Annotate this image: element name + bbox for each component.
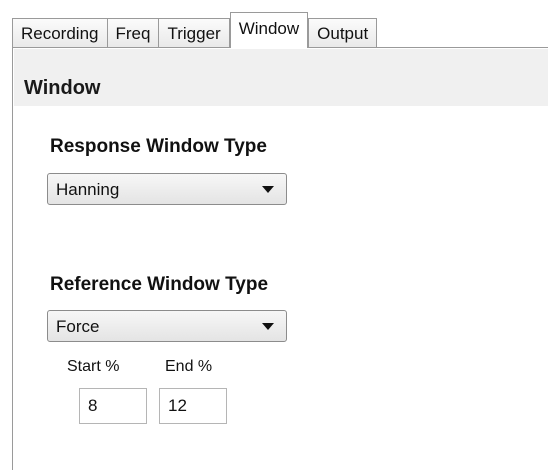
tab-trigger[interactable]: Trigger — [158, 18, 230, 48]
response-window-type-label: Response Window Type — [50, 136, 267, 157]
chevron-down-icon — [262, 186, 274, 193]
start-percent-label: Start % — [67, 358, 120, 375]
chevron-down-icon — [262, 323, 274, 330]
panel-title: Window — [24, 77, 101, 99]
tab-window[interactable]: Window — [229, 12, 309, 48]
response-window-type-value: Hanning — [56, 180, 120, 199]
reference-window-type-label: Reference Window Type — [50, 274, 269, 295]
window-settings-page: Recording Freq Trigger Window Output Win… — [0, 0, 548, 470]
tab-output[interactable]: Output — [308, 18, 378, 48]
tab-content-panel: Window Response Window Type Hanning Refe… — [12, 47, 548, 470]
end-percent-input[interactable] — [159, 388, 227, 424]
tab-strip: Recording Freq Trigger Window Output — [12, 12, 378, 48]
end-percent-label: End % — [165, 358, 213, 375]
tab-freq[interactable]: Freq — [106, 18, 160, 48]
reference-window-type-select[interactable]: Force — [47, 310, 287, 342]
reference-window-type-value: Force — [56, 317, 100, 336]
start-percent-input[interactable] — [79, 388, 147, 424]
tab-recording[interactable]: Recording — [12, 18, 108, 48]
response-window-type-select[interactable]: Hanning — [47, 173, 287, 205]
